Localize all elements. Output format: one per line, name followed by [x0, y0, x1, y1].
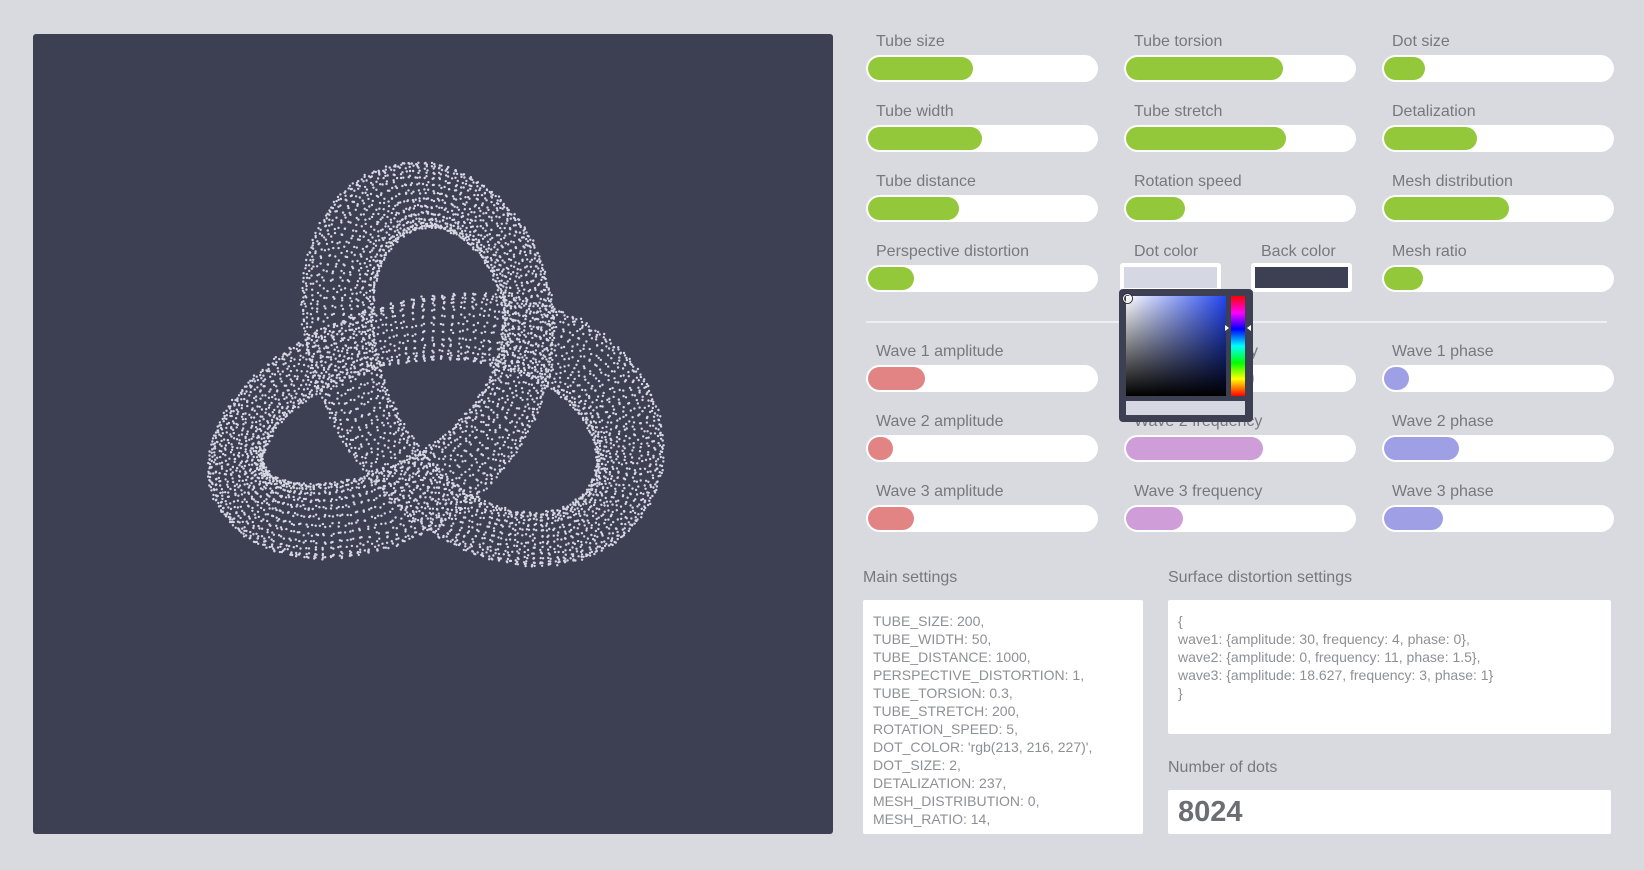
- selected-color-preview: [1126, 401, 1245, 415]
- wave2-amplitude-slider[interactable]: [866, 435, 1098, 462]
- mesh-distribution-label: Mesh distribution: [1392, 173, 1513, 190]
- back-color-swatch[interactable]: [1251, 263, 1352, 292]
- wave3-frequency-slider[interactable]: [1124, 505, 1356, 532]
- mesh-distribution-slider-fill[interactable]: [1384, 197, 1510, 220]
- detalization-slider-fill[interactable]: [1384, 127, 1478, 150]
- wave1-phase-slider[interactable]: [1382, 365, 1614, 392]
- number-of-dots-title: Number of dots: [1168, 759, 1278, 776]
- perspective-distortion-label: Perspective distortion: [876, 243, 1029, 260]
- tube-distance-control: Tube distance: [866, 173, 1098, 222]
- tube-stretch-label: Tube stretch: [1134, 103, 1223, 120]
- mesh-distribution-control: Mesh distribution: [1382, 173, 1614, 222]
- mesh-ratio-label: Mesh ratio: [1392, 243, 1467, 260]
- color-picker-popup[interactable]: [1119, 289, 1253, 422]
- tube-stretch-control: Tube stretch: [1124, 103, 1356, 152]
- mesh-ratio-slider[interactable]: [1382, 265, 1614, 292]
- mesh-ratio-slider-fill[interactable]: [1384, 267, 1423, 290]
- back-color-label: Back color: [1261, 243, 1336, 260]
- detalization-label: Detalization: [1392, 103, 1476, 120]
- wave3-amplitude-slider-fill[interactable]: [868, 507, 914, 530]
- wave2-phase-control: Wave 2 phase: [1382, 413, 1614, 462]
- perspective-distortion-slider-fill[interactable]: [868, 267, 914, 290]
- rotation-speed-slider-fill[interactable]: [1126, 197, 1186, 220]
- detalization-control: Detalization: [1382, 103, 1614, 152]
- dot-size-slider-fill[interactable]: [1384, 57, 1426, 80]
- back-color-preview[interactable]: [1255, 267, 1348, 288]
- dot-size-slider[interactable]: [1382, 55, 1614, 82]
- mesh-distribution-slider[interactable]: [1382, 195, 1614, 222]
- wave2-frequency-slider[interactable]: [1124, 435, 1356, 462]
- tube-width-slider[interactable]: [866, 125, 1098, 152]
- detalization-slider[interactable]: [1382, 125, 1614, 152]
- wave3-amplitude-slider[interactable]: [866, 505, 1098, 532]
- perspective-distortion-slider[interactable]: [866, 265, 1098, 292]
- main-settings-title: Main settings: [863, 569, 958, 586]
- dot-size-control: Dot size: [1382, 33, 1614, 82]
- point-cloud-dots: [206, 161, 665, 568]
- wave2-amplitude-label: Wave 2 amplitude: [876, 413, 1004, 430]
- wave2-phase-slider-fill[interactable]: [1384, 437, 1460, 460]
- saturation-value-handle[interactable]: [1123, 294, 1132, 303]
- wave1-phase-slider-fill[interactable]: [1384, 367, 1410, 390]
- wave1-amplitude-slider[interactable]: [866, 365, 1098, 392]
- wave3-phase-slider[interactable]: [1382, 505, 1614, 532]
- torus-point-cloud: [206, 161, 665, 568]
- tube-distance-slider-fill[interactable]: [868, 197, 960, 220]
- perspective-distortion-control: Perspective distortion: [866, 243, 1098, 292]
- tube-size-control: Tube size: [866, 33, 1098, 82]
- tube-size-label: Tube size: [876, 33, 945, 50]
- wave2-phase-slider[interactable]: [1382, 435, 1614, 462]
- dot-color-label: Dot color: [1134, 243, 1199, 260]
- tube-distance-label: Tube distance: [876, 173, 976, 190]
- mesh-ratio-control: Mesh ratio: [1382, 243, 1614, 292]
- wave3-phase-slider-fill[interactable]: [1384, 507, 1444, 530]
- rotation-speed-control: Rotation speed: [1124, 173, 1356, 222]
- dot-color-preview[interactable]: [1124, 267, 1217, 288]
- tube-torsion-slider-fill[interactable]: [1126, 57, 1284, 80]
- wave3-phase-control: Wave 3 phase: [1382, 483, 1614, 532]
- surface-distortion-output[interactable]: { wave1: {amplitude: 30, frequency: 4, p…: [1168, 600, 1611, 734]
- main-settings-output[interactable]: TUBE_SIZE: 200, TUBE_WIDTH: 50, TUBE_DIS…: [863, 600, 1143, 834]
- number-of-dots-value: 8024: [1168, 790, 1611, 834]
- wave1-amplitude-slider-fill[interactable]: [868, 367, 925, 390]
- tube-torsion-control: Tube torsion: [1124, 33, 1356, 82]
- tube-torsion-label: Tube torsion: [1134, 33, 1223, 50]
- wave3-frequency-label: Wave 3 frequency: [1134, 483, 1263, 500]
- tube-size-slider[interactable]: [866, 55, 1098, 82]
- hue-strip[interactable]: [1231, 296, 1245, 396]
- surface-distortion-title: Surface distortion settings: [1168, 569, 1353, 586]
- tube-stretch-slider[interactable]: [1124, 125, 1356, 152]
- tube-width-control: Tube width: [866, 103, 1098, 152]
- wave3-frequency-slider-fill[interactable]: [1126, 507, 1183, 530]
- saturation-value-area[interactable]: [1126, 296, 1226, 396]
- wave3-frequency-control: Wave 3 frequency: [1124, 483, 1356, 532]
- tube-width-slider-fill[interactable]: [868, 127, 982, 150]
- wave3-phase-label: Wave 3 phase: [1392, 483, 1494, 500]
- wave2-frequency-slider-fill[interactable]: [1126, 437, 1263, 460]
- dot-size-label: Dot size: [1392, 33, 1450, 50]
- tube-stretch-slider-fill[interactable]: [1126, 127, 1286, 150]
- wave2-amplitude-slider-fill[interactable]: [868, 437, 894, 460]
- render-canvas[interactable]: [33, 34, 833, 834]
- rotation-speed-label: Rotation speed: [1134, 173, 1242, 190]
- tube-width-label: Tube width: [876, 103, 954, 120]
- wave1-phase-label: Wave 1 phase: [1392, 343, 1494, 360]
- tube-torsion-slider[interactable]: [1124, 55, 1356, 82]
- tube-size-slider-fill[interactable]: [868, 57, 973, 80]
- tube-distance-slider[interactable]: [866, 195, 1098, 222]
- wave3-amplitude-control: Wave 3 amplitude: [866, 483, 1098, 532]
- wave3-amplitude-label: Wave 3 amplitude: [876, 483, 1004, 500]
- rotation-speed-slider[interactable]: [1124, 195, 1356, 222]
- wave1-phase-control: Wave 1 phase: [1382, 343, 1614, 392]
- wave2-amplitude-control: Wave 2 amplitude: [866, 413, 1098, 462]
- wave1-amplitude-label: Wave 1 amplitude: [876, 343, 1004, 360]
- wave1-amplitude-control: Wave 1 amplitude: [866, 343, 1098, 392]
- wave2-phase-label: Wave 2 phase: [1392, 413, 1494, 430]
- dot-color-swatch[interactable]: [1120, 263, 1221, 292]
